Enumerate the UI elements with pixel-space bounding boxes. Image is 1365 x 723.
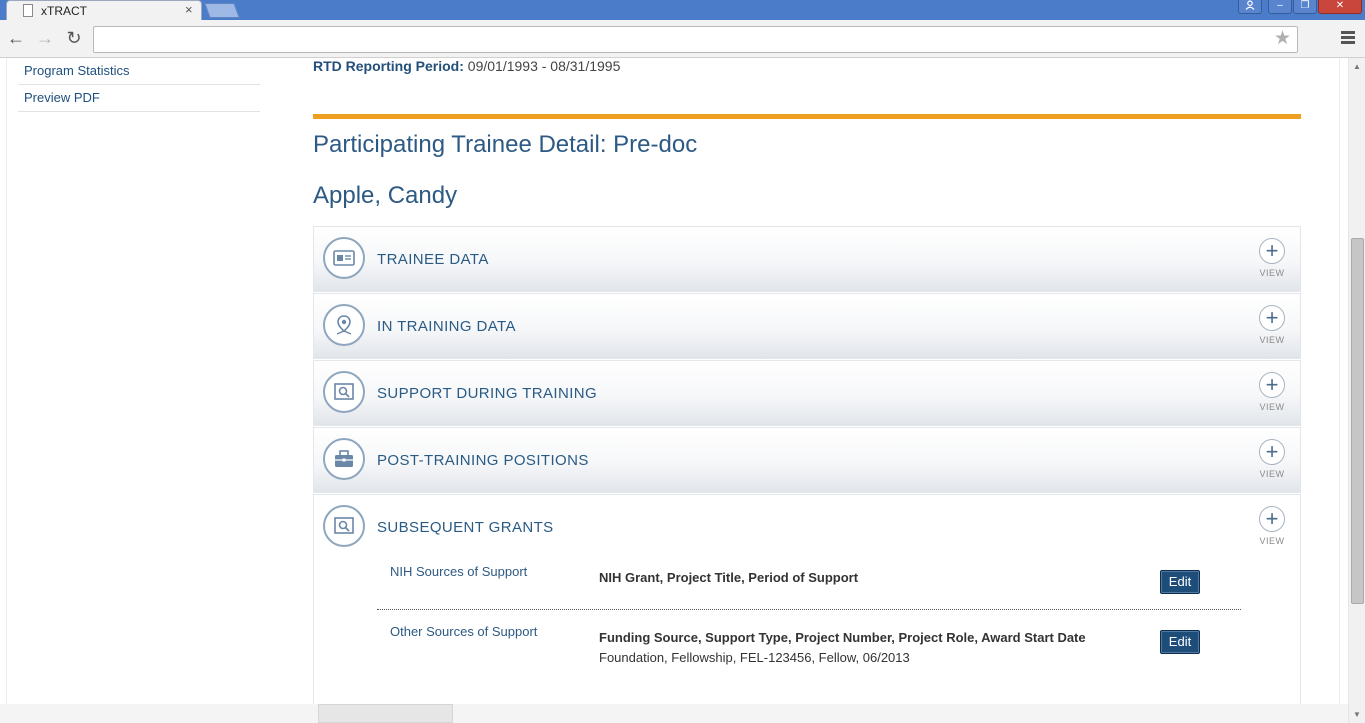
- page-viewport: Program Statistics Preview PDF RTD Repor…: [0, 58, 1348, 723]
- section-post-training-positions[interactable]: POST-TRAINING POSITIONS + VIEW: [313, 427, 1301, 493]
- plus-icon: +: [1259, 439, 1285, 465]
- bookmark-star-icon[interactable]: ★: [1274, 29, 1291, 49]
- back-icon[interactable]: ←: [6, 27, 26, 49]
- browser-titlebar: xTRACT × – ❐ ✕: [0, 0, 1365, 20]
- scroll-down-icon[interactable]: ▼: [1353, 710, 1361, 719]
- edit-nih-support-button[interactable]: Edit: [1160, 570, 1200, 594]
- reporting-period-value: 09/01/1993 - 08/31/1995: [467, 58, 621, 74]
- section-in-training-data[interactable]: IN TRAINING DATA + VIEW: [313, 293, 1301, 359]
- browser-tab[interactable]: xTRACT ×: [6, 0, 202, 20]
- menu-icon[interactable]: [1341, 31, 1355, 46]
- nih-support-columns: NIH Grant, Project Title, Period of Supp…: [599, 570, 859, 585]
- other-support-value: Foundation, Fellowship, FEL-123456, Fell…: [599, 650, 910, 665]
- page-title: Participating Trainee Detail: Pre-doc: [313, 131, 698, 158]
- page-icon: [23, 4, 33, 17]
- tab-title: xTRACT: [41, 4, 87, 18]
- reporting-period-label: RTD Reporting Period:: [313, 58, 464, 74]
- other-support-label: Other Sources of Support: [390, 624, 538, 639]
- plus-icon: +: [1259, 238, 1285, 264]
- sidebar-item-preview-pdf[interactable]: Preview PDF: [18, 85, 260, 112]
- trainee-name: Apple, Candy: [313, 182, 458, 209]
- row-divider: [377, 609, 1241, 610]
- id-card-icon: [323, 237, 365, 279]
- address-bar[interactable]: [93, 26, 1298, 53]
- view-button[interactable]: + VIEW: [1258, 305, 1286, 345]
- sidebar-item-program-statistics[interactable]: Program Statistics: [18, 58, 260, 85]
- nih-support-label: NIH Sources of Support: [390, 564, 528, 579]
- map-pin-icon: [323, 304, 365, 346]
- section-support-during-training[interactable]: SUPPORT DURING TRAINING + VIEW: [313, 360, 1301, 426]
- section-title: POST-TRAINING POSITIONS: [377, 452, 589, 469]
- browser-toolbar: ← → ↻ ★: [0, 20, 1365, 58]
- plus-icon: +: [1259, 372, 1285, 398]
- section-title: SUBSEQUENT GRANTS: [377, 519, 554, 536]
- search-doc-icon: [323, 371, 365, 413]
- section-title: IN TRAINING DATA: [377, 318, 516, 335]
- view-button[interactable]: + VIEW: [1258, 439, 1286, 479]
- view-button[interactable]: + VIEW: [1258, 372, 1286, 412]
- other-support-columns: Funding Source, Support Type, Project Nu…: [599, 630, 1086, 645]
- view-label: VIEW: [1259, 536, 1285, 546]
- horizontal-scrollbar[interactable]: [0, 704, 1348, 723]
- vertical-scrollbar[interactable]: ▲ ▼: [1348, 58, 1365, 723]
- new-tab-button[interactable]: [204, 3, 240, 18]
- section-trainee-data[interactable]: TRAINEE DATA + VIEW: [313, 226, 1301, 292]
- reporting-period: RTD Reporting Period: 09/01/1993 - 08/31…: [313, 58, 620, 74]
- horizontal-scroll-thumb[interactable]: [318, 704, 453, 723]
- search-doc-icon: [323, 505, 365, 547]
- section-title: TRAINEE DATA: [377, 251, 489, 268]
- sidebar: Program Statistics Preview PDF: [18, 58, 260, 112]
- plus-icon: +: [1259, 305, 1285, 331]
- maximize-button[interactable]: ❐: [1293, 0, 1317, 14]
- forward-icon[interactable]: →: [35, 27, 55, 49]
- vertical-scroll-thumb[interactable]: [1351, 238, 1364, 604]
- plus-icon: +: [1259, 506, 1285, 532]
- close-window-button[interactable]: ✕: [1318, 0, 1362, 14]
- view-label: VIEW: [1259, 469, 1285, 479]
- tab-close-icon[interactable]: ×: [185, 2, 193, 17]
- scroll-up-icon[interactable]: ▲: [1353, 62, 1361, 71]
- view-label: VIEW: [1259, 402, 1285, 412]
- user-icon: [1245, 0, 1255, 10]
- view-button[interactable]: + VIEW: [1258, 506, 1286, 546]
- view-label: VIEW: [1259, 268, 1285, 278]
- section-title: SUPPORT DURING TRAINING: [377, 385, 598, 402]
- section-divider: [313, 114, 1301, 119]
- edit-other-support-button[interactable]: Edit: [1160, 630, 1200, 654]
- view-label: VIEW: [1259, 335, 1285, 345]
- user-profile-button[interactable]: [1238, 0, 1262, 14]
- section-subsequent-grants[interactable]: SUBSEQUENT GRANTS + VIEW NIH Sources of …: [313, 494, 1301, 714]
- view-button[interactable]: + VIEW: [1258, 238, 1286, 278]
- reload-icon[interactable]: ↻: [64, 27, 84, 49]
- minimize-button[interactable]: –: [1268, 0, 1292, 14]
- briefcase-icon: [323, 438, 365, 480]
